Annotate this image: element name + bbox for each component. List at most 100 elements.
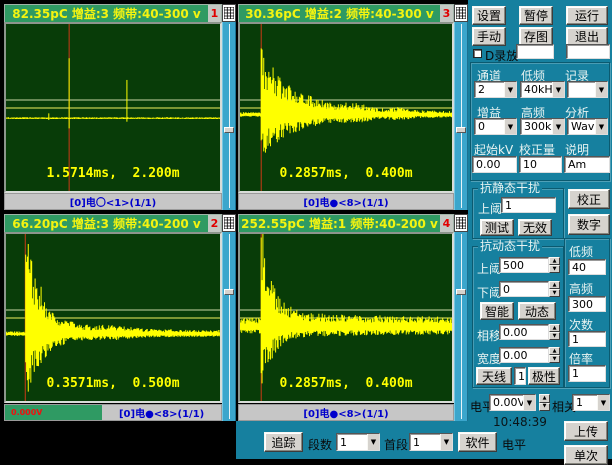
upload-button[interactable]: 上传 — [564, 421, 608, 441]
slider-line — [229, 24, 230, 208]
panel-2-slider-thumb[interactable] — [456, 127, 466, 134]
bottom-level-label: 电平 — [502, 438, 527, 452]
panel-3-header[interactable]: 66.20pC 增益:3 频带:40-200 v 2 — [4, 214, 222, 232]
lowfreq-select[interactable]: 40kHz ▼ — [520, 81, 565, 98]
smart-button[interactable]: 智能 — [480, 302, 514, 320]
dyn-lower-field[interactable]: 0 — [499, 281, 549, 297]
spin-up-icon[interactable]: ▲ — [549, 281, 560, 289]
panel-4-scale-slider[interactable] — [454, 232, 468, 421]
phase-field[interactable]: 0.00 — [499, 324, 549, 340]
panel-1-scale-slider[interactable] — [222, 22, 236, 210]
panel-2-header[interactable]: 30.36pC 增益:2 频带:40-300 v 3 — [238, 4, 454, 22]
polarity-button[interactable]: 极性 — [528, 367, 560, 385]
record-field-2[interactable] — [566, 44, 610, 59]
spin-down-icon[interactable]: ▼ — [549, 265, 560, 273]
chevron-down-icon[interactable]: ▼ — [367, 434, 379, 450]
software-button[interactable]: 软件 — [458, 432, 497, 452]
highfreq-select[interactable]: 300kHz ▼ — [520, 118, 565, 135]
chevron-down-icon[interactable]: ▼ — [552, 82, 564, 97]
pause-button[interactable]: 暂停 — [519, 6, 553, 25]
first-segment-select[interactable]: 1 ▼ — [409, 433, 453, 451]
settings-button[interactable]: 设置 — [472, 6, 506, 25]
spin-up-icon[interactable]: ▲ — [549, 347, 560, 355]
dyn-upper-field[interactable]: 500 — [499, 257, 549, 273]
record-field-1[interactable] — [516, 44, 554, 59]
digital-button[interactable]: 数字 — [568, 214, 610, 235]
note-field[interactable]: Am — [564, 156, 610, 173]
freq-low-label: 低频 — [569, 245, 594, 259]
record-select[interactable]: ▼ — [567, 81, 608, 98]
spin-down-icon[interactable]: ▼ — [539, 402, 550, 411]
chevron-down-icon[interactable]: ▼ — [440, 434, 452, 450]
dyn-upper-spinner[interactable]: ▲ ▼ — [549, 257, 560, 273]
chevron-down-icon[interactable]: ▼ — [552, 119, 564, 134]
phase-spinner[interactable]: ▲ ▼ — [549, 324, 560, 340]
segments-select[interactable]: 1 ▼ — [336, 433, 380, 451]
panel-4-header[interactable]: 252.55pC 增益:1 频带:40-200 v 4 — [238, 214, 454, 232]
panel-1-status-text: [0]电〇<1>(1/1) — [69, 198, 157, 209]
chevron-down-icon[interactable]: ▼ — [597, 395, 609, 410]
channel-select[interactable]: 2 ▼ — [474, 81, 517, 98]
level-spinner[interactable]: ▲ ▼ — [539, 394, 550, 411]
dyn-lower-label: 下阈 — [477, 286, 502, 300]
count-field[interactable]: 1 — [568, 331, 606, 347]
panel-4-measurement: 0.2857ms, 0.400m — [279, 376, 413, 391]
panel-3-status-text: [0]电●<8>(1/1) — [118, 409, 205, 420]
panel-3-scale-slider[interactable] — [222, 232, 236, 421]
spin-up-icon[interactable]: ▲ — [539, 394, 550, 403]
panel-1-header[interactable]: 82.35pC 增益:3 频带:40-300 v 1 — [4, 4, 222, 22]
antenna-count-field[interactable]: 1 — [514, 367, 526, 385]
app-window: 82.35pC 增益:3 频带:40-300 v 1 1.5714ms, 2.2… — [0, 0, 612, 465]
panel-3-slider-thumb[interactable] — [224, 288, 234, 295]
width-field[interactable]: 0.00 — [499, 347, 549, 363]
freq-low-field[interactable]: 40 — [568, 259, 606, 275]
calibrate-button[interactable]: 校正 — [568, 189, 610, 209]
analysis-select[interactable]: Wave ▼ — [567, 118, 608, 135]
dynamic-filter-title: 抗动态干扰 — [478, 239, 543, 253]
panel-1-slider-thumb[interactable] — [224, 127, 234, 134]
slider-line — [461, 234, 462, 419]
panel-3-grid-button[interactable] — [222, 214, 236, 232]
level-select[interactable]: 0.00V ▼ — [489, 394, 536, 411]
dyn-upper-label: 上阈 — [477, 262, 502, 276]
gain-select[interactable]: 0 ▼ — [474, 118, 517, 135]
start-kv-field[interactable]: 0.00 — [472, 156, 517, 173]
panel-4-status-text: [0]电●<8>(1/1) — [303, 409, 389, 420]
antenna-button[interactable]: 天线 — [476, 367, 512, 385]
dynamic-button[interactable]: 动态 — [518, 302, 556, 320]
panel-4-waveform: 0.2857ms, 0.400m — [238, 232, 454, 403]
panel-3-header-label: 66.20pC 增益:3 频带:40-200 v — [12, 217, 201, 231]
ratio-field[interactable]: 1 — [568, 365, 606, 382]
panel-2-measurement: 0.2857ms, 0.400m — [279, 166, 413, 181]
test-button[interactable]: 测试 — [480, 219, 514, 236]
static-upper-field[interactable]: 1 — [501, 197, 556, 213]
spin-down-icon[interactable]: ▼ — [549, 355, 560, 363]
chevron-down-icon[interactable]: ▼ — [504, 82, 516, 97]
invalid-button[interactable]: 无效 — [518, 219, 552, 236]
chevron-down-icon[interactable]: ▼ — [595, 82, 607, 97]
correction-field[interactable]: 10 — [519, 156, 562, 173]
panel-4-slider-thumb[interactable] — [456, 288, 466, 295]
chevron-down-icon[interactable]: ▼ — [504, 119, 516, 134]
grid-icon — [456, 217, 466, 229]
chevron-down-icon[interactable]: ▼ — [523, 395, 535, 410]
spin-up-icon[interactable]: ▲ — [549, 257, 560, 265]
spin-down-icon[interactable]: ▼ — [549, 289, 560, 297]
spin-down-icon[interactable]: ▼ — [549, 332, 560, 340]
width-label: 宽度 — [477, 352, 502, 366]
dyn-lower-spinner[interactable]: ▲ ▼ — [549, 281, 560, 297]
width-spinner[interactable]: ▲ ▼ — [549, 347, 560, 363]
panel-2-scale-slider[interactable] — [454, 22, 468, 210]
record-playback-checkbox[interactable] — [473, 49, 482, 58]
spin-up-icon[interactable]: ▲ — [549, 324, 560, 332]
freq-high-field[interactable]: 300 — [568, 296, 606, 312]
trace-button[interactable]: 追踪 — [264, 432, 303, 452]
panel-1-grid-button[interactable] — [222, 4, 236, 22]
panel-2-grid-button[interactable] — [454, 4, 468, 22]
manual-button[interactable]: 手动 — [472, 27, 506, 46]
chevron-down-icon[interactable]: ▼ — [595, 119, 607, 134]
correlation-select[interactable]: 1 ▼ — [572, 394, 610, 411]
panel-4-grid-button[interactable] — [454, 214, 468, 232]
run-button[interactable]: 运行 — [566, 6, 608, 25]
single-button[interactable]: 单次 — [564, 445, 608, 465]
